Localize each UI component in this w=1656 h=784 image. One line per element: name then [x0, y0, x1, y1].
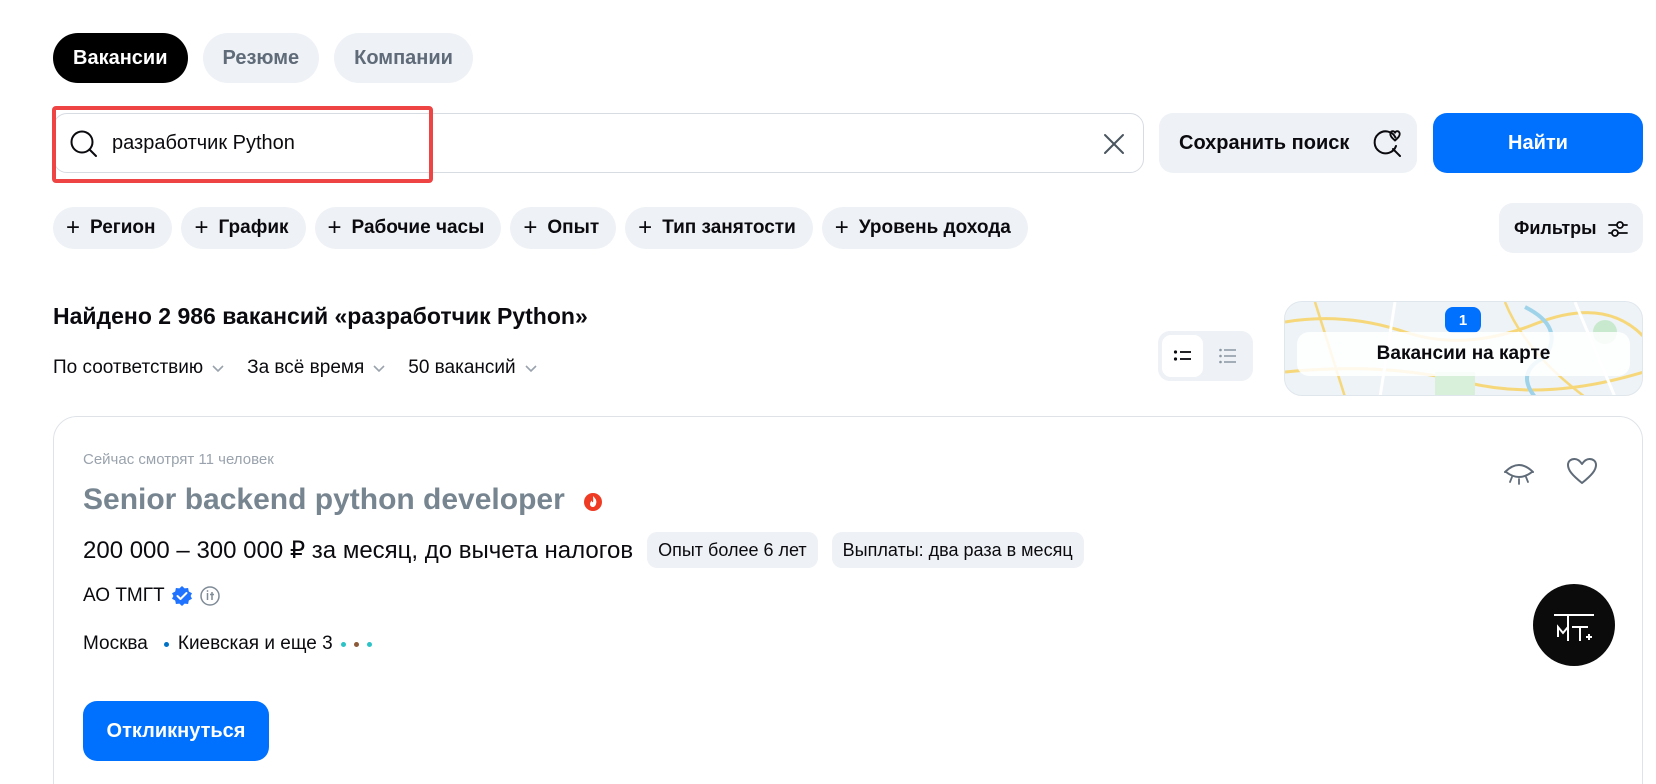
search-box	[53, 113, 1144, 173]
heart-icon[interactable]	[1566, 457, 1598, 485]
find-button[interactable]: Найти	[1433, 113, 1643, 173]
company-name[interactable]: АО ТМГТ	[83, 585, 165, 607]
map-pin-badge: 1	[1445, 307, 1481, 333]
metro-line-dot	[366, 641, 372, 647]
chip-label: Рабочие часы	[351, 217, 485, 238]
chip-label: Тип занятости	[662, 217, 796, 238]
plus-icon: +	[638, 214, 653, 241]
plus-icon: +	[66, 214, 81, 241]
chevron-down-icon	[373, 365, 385, 373]
per-page-dropdown[interactable]: 50 вакансий	[408, 357, 537, 379]
map-label: Вакансии на карте	[1297, 332, 1630, 376]
chip-label: Опыт	[547, 217, 600, 238]
chip-schedule[interactable]: + График	[181, 207, 306, 249]
payment-tag: Выплаты: два раза в месяц	[831, 532, 1084, 568]
metro-line-dot	[340, 641, 346, 647]
chevron-down-icon	[212, 365, 224, 373]
tab-companies[interactable]: Компании	[334, 33, 473, 83]
salary: 200 000 – 300 000 ₽ за месяц, до вычета …	[83, 536, 634, 564]
save-search-button[interactable]: Сохранить поиск	[1159, 113, 1417, 173]
vacancy-card: Сейчас смотрят 11 человек Senior backend…	[53, 416, 1643, 784]
filters-button[interactable]: Фильтры	[1499, 203, 1643, 253]
metro-line-dot	[353, 641, 359, 647]
accredited-it-icon[interactable]	[199, 585, 221, 607]
salary-row: 200 000 – 300 000 ₽ за месяц, до вычета …	[83, 532, 1084, 568]
chip-label: График	[218, 217, 289, 238]
chip-region[interactable]: + Регион	[53, 207, 173, 249]
period-dropdown[interactable]: За всё время	[247, 357, 386, 379]
company-logo-mark	[1554, 614, 1594, 641]
city: Москва	[83, 633, 148, 654]
plus-icon: +	[834, 214, 849, 241]
sliders-icon	[1608, 221, 1628, 237]
sort-row: По соответствию За всё время 50 вакансий	[53, 357, 538, 379]
view-toggle	[1158, 331, 1253, 381]
fire-icon	[584, 493, 603, 512]
plus-icon: +	[194, 214, 209, 241]
sort-dropdown[interactable]: По соответствию	[53, 357, 225, 379]
chip-label: Регион	[90, 217, 156, 238]
chip-income-level[interactable]: + Уровень дохода	[821, 207, 1028, 249]
filter-chips: + Регион + График + Рабочие часы + Опыт + Тип…	[53, 207, 1028, 249]
list-view-button[interactable]	[1162, 335, 1203, 377]
chip-employment-type[interactable]: + Тип занятости	[625, 207, 813, 249]
vacancy-title-link[interactable]: Senior backend python developer	[83, 483, 603, 517]
search-type-tabs: Вакансии Резюме Компании	[53, 33, 473, 83]
close-icon[interactable]	[1099, 129, 1129, 159]
map-card[interactable]: 1 Вакансии на карте	[1284, 301, 1643, 396]
filters-label: Фильтры	[1514, 217, 1597, 238]
search-icon	[70, 130, 97, 157]
chevron-down-icon	[525, 365, 537, 373]
sort-label: По соответствию	[53, 357, 204, 378]
tab-vacancies[interactable]: Вакансии	[53, 33, 188, 83]
company-logo[interactable]	[1533, 584, 1615, 666]
plus-icon: +	[523, 214, 538, 241]
list-icon	[1173, 350, 1191, 361]
metro-station: Киевская и еще 3	[177, 633, 333, 654]
save-search-label: Сохранить поиск	[1179, 131, 1350, 154]
compact-list-icon	[1218, 348, 1236, 364]
experience-tag: Опыт более 6 лет	[647, 532, 818, 568]
chip-working-hours[interactable]: + Рабочие часы	[314, 207, 502, 249]
search-input[interactable]	[112, 120, 1072, 166]
per-page-label: 50 вакансий	[408, 357, 516, 378]
verified-icon	[171, 586, 192, 606]
period-label: За всё время	[247, 357, 365, 378]
vacancy-title: Senior backend python developer	[83, 483, 565, 516]
company-row: АО ТМГТ	[83, 585, 221, 607]
plus-icon: +	[327, 214, 342, 241]
search-heart-icon	[1373, 130, 1401, 157]
chip-experience[interactable]: + Опыт	[510, 207, 617, 249]
location-row: Москва Киевская и еще 3	[83, 633, 372, 655]
chip-label: Уровень дохода	[858, 217, 1011, 238]
hide-eye-icon[interactable]	[1503, 458, 1535, 486]
tab-resumes[interactable]: Резюме	[202, 33, 320, 83]
apply-button[interactable]: Откликнуться	[83, 701, 269, 761]
metro-line-dot	[163, 641, 169, 647]
watching-count: Сейчас смотрят 11 человек	[83, 451, 274, 468]
results-title: Найдено 2 986 вакансий «разработчик Pyth…	[53, 303, 588, 329]
compact-list-view-button[interactable]	[1207, 335, 1248, 377]
